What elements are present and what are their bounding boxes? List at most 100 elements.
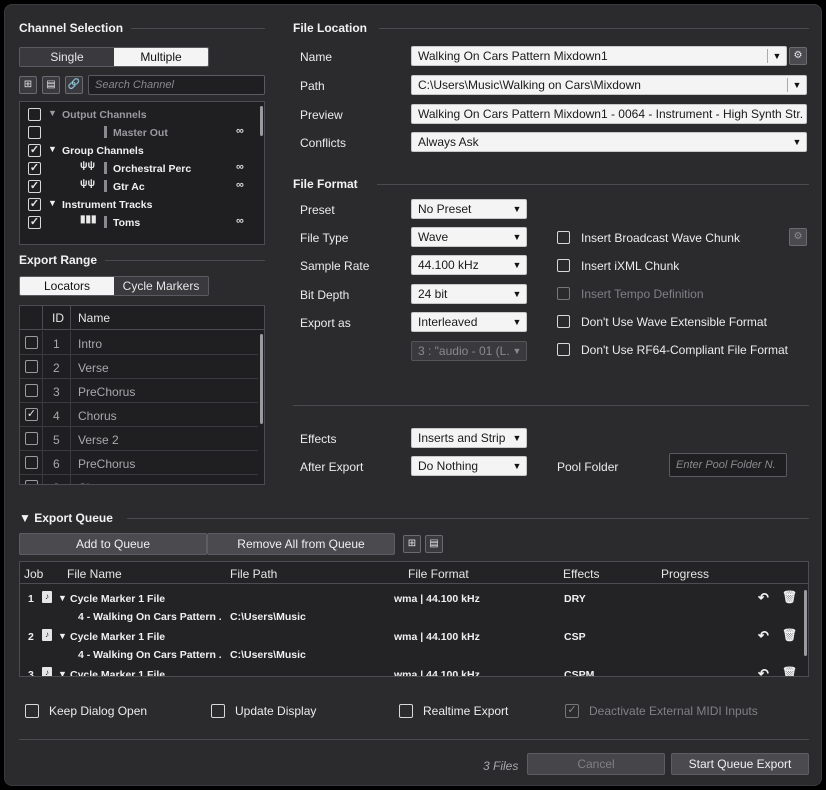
cancel-button[interactable]: Cancel [527,753,665,775]
conflicts-dropdown[interactable]: Always Ask ▼ [411,132,807,152]
expand-arrow-icon[interactable]: ▼ [58,669,67,676]
start-queue-export-button[interactable]: Start Queue Export [671,753,809,775]
cycle-markers-tab[interactable]: Cycle Markers [114,277,208,295]
expand-arrow-icon[interactable]: ▼ [48,198,57,208]
marker-checkbox[interactable] [25,456,38,469]
tree-row[interactable]: ✓ ▼ Group Channels [24,142,260,160]
collapse-all-icon[interactable]: ▤ [42,76,60,94]
export-as-dropdown[interactable]: Interleaved ▼ [411,312,527,332]
table-row[interactable]: 6 PreChorus [20,451,258,475]
files-count: 3 Files [483,759,519,773]
locators-tab[interactable]: Locators [20,277,114,295]
expand-arrow-icon[interactable]: ▼ [58,593,67,603]
table-row[interactable]: ✓ 4 Chorus [20,403,258,427]
channel-checkbox[interactable] [28,108,41,121]
expand-arrow-icon[interactable]: ▼ [58,631,67,641]
table-row[interactable]: 9 Chorus [20,475,258,484]
file-icon: ♪ [42,591,52,603]
tree-row[interactable]: Master Out ∞ [24,124,260,142]
table-row[interactable]: 5 Verse 2 [20,427,258,451]
name-column-header: Name [78,311,111,325]
file-format-title: File Format [293,177,358,191]
add-to-queue-button[interactable]: Add to Queue [19,533,207,555]
channel-color-bar [104,216,107,228]
tree-scrollbar[interactable] [260,106,263,136]
undo-icon[interactable]: ↶ [758,590,769,606]
queue-job-row[interactable]: 1 ♪ ▼ Cycle Marker 1 File wma | 44.100 kHz DR… [20,590,800,608]
queue-job-row[interactable]: 2 ♪ ▼ Cycle Marker 1 File wma | 44.100 kHz CS… [20,628,800,646]
marker-checkbox[interactable] [25,480,38,484]
remove-all-from-queue-button[interactable]: Remove All from Queue [207,533,395,555]
undo-icon[interactable]: ↶ [758,628,769,644]
effects-dropdown[interactable]: Inserts and Strip ▼ [411,428,527,448]
chevron-down-icon[interactable]: ▼ [508,200,526,218]
chevron-down-icon[interactable]: ▼ [508,228,526,246]
channel-checkbox[interactable]: ✓ [28,198,41,211]
tree-row[interactable]: ✓ ψψ Orchestral Perc ∞ [24,160,260,178]
name-field[interactable]: Walking On Cars Pattern Mixdown1 ▼ [411,46,787,66]
expand-all-icon[interactable]: ⊞ [403,535,421,553]
preset-dropdown[interactable]: No Preset ▼ [411,199,527,219]
channel-checkbox[interactable]: ✓ [28,180,41,193]
format-option-checkbox[interactable] [557,315,570,328]
queue-job-row[interactable]: 3 ♪ ▼ Cycle Marker 1 File wma | 44.100 kHz CS… [20,666,800,677]
marker-checkbox[interactable] [25,432,38,445]
format-option-checkbox[interactable] [557,343,570,356]
expand-all-icon[interactable]: ⊞ [19,76,37,94]
tree-row[interactable]: ✓ ψψ Gtr Ac ∞ [24,178,260,196]
table-row[interactable]: 2 Verse [20,355,258,379]
tree-row[interactable]: ✓ ▼ Instrument Tracks [24,196,260,214]
pool-folder-label: Pool Folder [557,460,619,474]
marker-checkbox[interactable] [25,384,38,397]
undo-icon[interactable]: ↶ [758,666,769,676]
table-row[interactable]: 3 PreChorus [20,379,258,403]
gear-icon[interactable]: ⚙ [789,47,807,65]
marker-checkbox[interactable] [25,360,38,373]
chevron-down-icon[interactable]: ▼ [508,313,526,331]
section-divider [105,260,265,261]
trash-icon[interactable]: 🗑 [782,590,797,604]
chevron-down-icon[interactable]: ▼ [508,429,526,447]
format-option-checkbox[interactable] [557,231,570,244]
chevron-down-icon[interactable]: ▼ [508,256,526,274]
job-format: wma | 44.100 kHz [394,669,480,677]
tree-row-label: Instrument Tracks [62,199,153,211]
tree-row[interactable]: ▼ Output Channels [24,106,260,124]
bit-depth-dropdown[interactable]: 24 bit ▼ [411,284,527,304]
channel-checkbox[interactable] [28,126,41,139]
chevron-down-icon[interactable]: ▼ [508,285,526,303]
table-scrollbar[interactable] [260,334,263,424]
option-checkbox[interactable] [399,704,413,718]
chevron-down-icon[interactable]: ▼ [788,133,806,151]
tree-row[interactable]: ✓ ▮▮▮ Toms ∞ [24,214,260,232]
table-row[interactable]: 1 Intro [20,331,258,355]
sample-rate-dropdown[interactable]: 44.100 kHz ▼ [411,255,527,275]
expand-arrow-icon[interactable]: ▼ [48,144,57,154]
format-option-checkbox[interactable] [557,259,570,272]
pool-folder-input[interactable]: Enter Pool Folder N. [669,453,787,477]
queue-scrollbar[interactable] [804,590,807,656]
channel-checkbox[interactable]: ✓ [28,216,41,229]
single-mode-button[interactable]: Single [20,48,114,66]
marker-checkbox[interactable] [25,336,38,349]
chevron-down-icon[interactable]: ▼ [508,457,526,475]
marker-name: Verse [78,361,109,375]
trash-icon[interactable]: 🗑 [782,666,797,676]
channel-checkbox[interactable]: ✓ [28,144,41,157]
search-channel-input[interactable]: Search Channel [88,75,265,95]
link-icon[interactable]: 🔗 [65,76,83,94]
after-export-dropdown[interactable]: Do Nothing ▼ [411,456,527,476]
trash-icon[interactable]: 🗑 [782,628,797,642]
collapse-all-icon[interactable]: ▤ [425,535,443,553]
chevron-down-icon[interactable]: ▼ [768,47,786,65]
path-field[interactable]: C:\Users\Music\Walking on Cars\Mixdown ▼ [411,75,807,95]
option-checkbox[interactable] [211,704,225,718]
option-checkbox[interactable] [25,704,39,718]
chevron-down-icon[interactable]: ▼ [788,76,806,94]
channel-checkbox[interactable]: ✓ [28,162,41,175]
marker-checkbox[interactable]: ✓ [25,408,38,421]
file-type-dropdown[interactable]: Wave ▼ [411,227,527,247]
multiple-mode-button[interactable]: Multiple [114,48,208,66]
bit-depth-value: 24 bit [418,287,448,301]
expand-arrow-icon[interactable]: ▼ [48,108,57,118]
